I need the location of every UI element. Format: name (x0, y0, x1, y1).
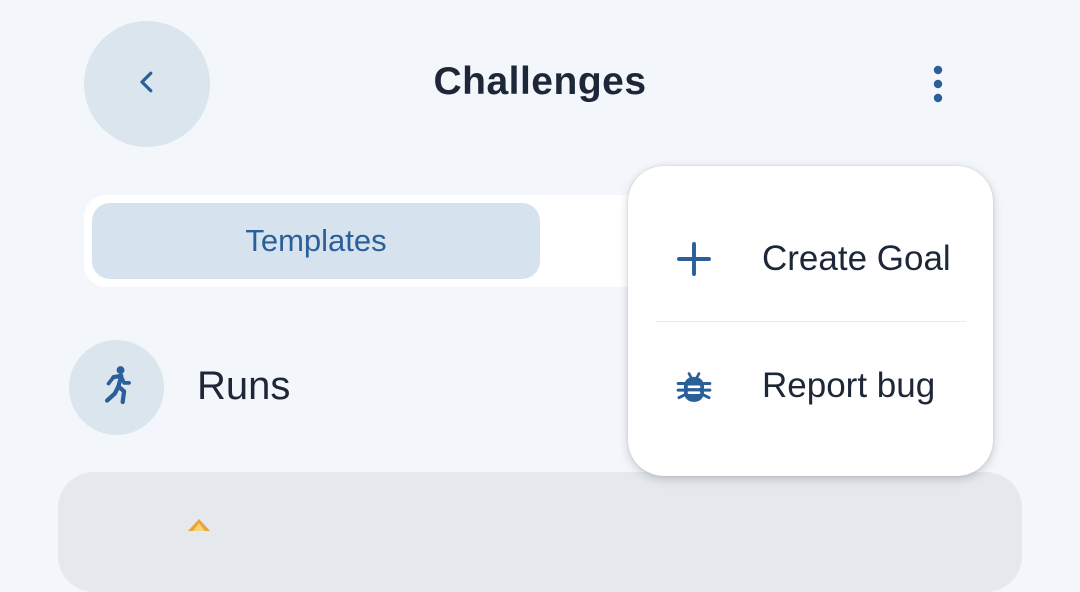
menu-item-label: Report bug (762, 366, 936, 405)
tab-bar: Templates (84, 195, 664, 287)
menu-item-label: Create Goal (762, 239, 951, 278)
section-title: Runs (197, 364, 291, 408)
more-vert-icon (932, 65, 944, 108)
run-icon (100, 365, 134, 410)
tab-templates[interactable]: Templates (92, 203, 540, 279)
menu-item-report-bug[interactable]: Report bug (628, 331, 993, 441)
more-options-button[interactable] (914, 62, 962, 110)
plus-icon (670, 235, 718, 283)
overflow-menu: Create Goal Report bug (628, 166, 993, 476)
challenge-card[interactable] (58, 472, 1022, 592)
menu-item-create-goal[interactable]: Create Goal (628, 204, 993, 314)
trophy-icon (186, 517, 212, 531)
bug-icon (670, 362, 718, 410)
tab-templates-label: Templates (245, 223, 387, 258)
run-icon-badge (69, 340, 164, 435)
menu-divider (656, 321, 966, 322)
